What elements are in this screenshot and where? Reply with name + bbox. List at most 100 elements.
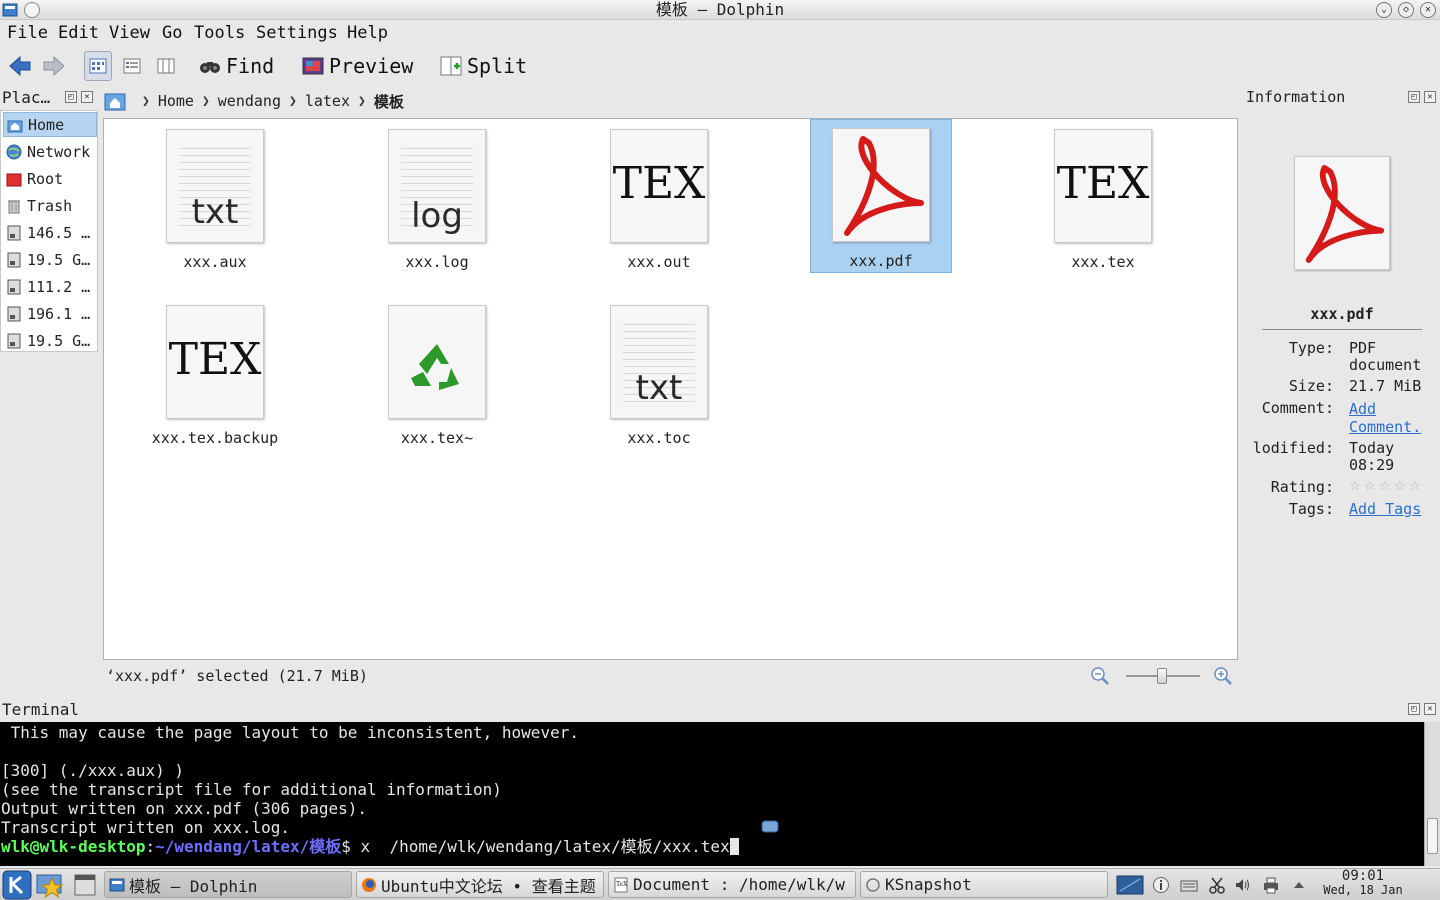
star-icon[interactable]: ☆ xyxy=(1349,480,1362,493)
info-value: 21.7 MiB xyxy=(1349,377,1422,395)
place-home[interactable]: Home xyxy=(3,112,97,137)
place-trash[interactable]: Trash xyxy=(3,193,97,218)
zoom-in-icon[interactable] xyxy=(1213,666,1233,686)
add-tags-link[interactable]: Add Tags xyxy=(1349,501,1431,518)
chevron-up-icon[interactable] xyxy=(1290,876,1308,894)
place-label: 146.5 … xyxy=(27,223,91,242)
menu-go[interactable]: Go xyxy=(162,23,182,43)
back-arrow-icon[interactable] xyxy=(8,55,32,77)
places-panel: Home Network Root Trash 146.5 … 19.5 G… … xyxy=(0,110,98,352)
task-document[interactable]: TeX Document : /home/wlk/w xyxy=(608,871,856,898)
rating-stars[interactable]: ☆ ☆ ☆ ☆ ☆ xyxy=(1349,480,1424,493)
pager-desktop-icon[interactable] xyxy=(1116,875,1144,895)
menu-edit[interactable]: Edit xyxy=(58,23,99,43)
crumb-current[interactable]: 模板 xyxy=(374,91,404,112)
menu-view[interactable]: View xyxy=(109,23,150,43)
place-drive-2[interactable]: 19.5 G… xyxy=(3,247,97,272)
panel-float-button[interactable]: ◰ xyxy=(65,91,77,103)
details-view-button[interactable] xyxy=(118,51,146,81)
columns-view-button[interactable] xyxy=(152,51,180,81)
chevron-right-icon: ❯ xyxy=(142,93,150,109)
star-icon[interactable]: ☆ xyxy=(1394,480,1407,493)
panel-close-button[interactable]: ✕ xyxy=(81,91,93,103)
volume-icon[interactable] xyxy=(1234,876,1252,894)
maximize-button[interactable]: ◇ xyxy=(1398,2,1414,18)
find-button[interactable]: Find xyxy=(199,51,274,81)
kde-menu-icon[interactable] xyxy=(2,870,32,900)
terminal-line: This may cause the page layout to be inc… xyxy=(1,723,579,742)
text-file-icon: txt xyxy=(166,129,264,243)
task-label: Ubuntu中文论坛 • 查看主题 xyxy=(381,876,596,896)
menu-file[interactable]: File xyxy=(7,23,48,43)
task-dolphin[interactable]: 模板 – Dolphin xyxy=(104,871,352,898)
terminal-prompt-line: wlk@wlk-desktop:~/wendang/latex/模板$ x /h… xyxy=(1,837,739,856)
hard-drive-icon xyxy=(7,279,21,294)
place-root[interactable]: Root xyxy=(3,166,97,191)
acrobat-logo-icon xyxy=(844,136,924,236)
place-drive-1[interactable]: 146.5 … xyxy=(3,220,97,245)
place-drive-3[interactable]: 111.2 … xyxy=(3,274,97,299)
info-icon[interactable] xyxy=(1152,876,1170,894)
minimize-button[interactable]: ⌄ xyxy=(1376,2,1392,18)
info-key: lodified: xyxy=(1252,439,1334,457)
menu-settings[interactable]: Settings xyxy=(256,23,338,43)
prompt-user: wlk@wlk-desktop xyxy=(1,837,146,856)
home-icon[interactable] xyxy=(104,91,126,111)
scrollbar-thumb[interactable] xyxy=(1427,818,1438,854)
file-view[interactable]: txt xxx.aux log xxx.log TEX xxx.out xxx.… xyxy=(103,118,1238,660)
star-icon[interactable]: ☆ xyxy=(1364,480,1377,493)
star-icon[interactable]: ☆ xyxy=(1409,480,1422,493)
terminal-scrollbar[interactable] xyxy=(1424,722,1440,866)
chevron-right-icon: ❯ xyxy=(201,93,210,109)
file-item[interactable]: TEX xxx.tex xyxy=(1032,121,1174,275)
file-name: xxx.tex xyxy=(1071,253,1135,271)
split-button[interactable]: Split xyxy=(440,51,527,81)
place-network[interactable]: Network xyxy=(3,139,97,164)
zoom-out-icon[interactable] xyxy=(1090,666,1110,686)
zoom-slider-handle[interactable] xyxy=(1157,668,1167,684)
printer-icon[interactable] xyxy=(1262,876,1280,894)
file-item[interactable]: TEX xxx.tex.backup xyxy=(144,297,286,451)
place-label: Root xyxy=(27,169,64,188)
icons-view-button[interactable] xyxy=(84,51,112,81)
add-comment-link[interactable]: Add Comment. xyxy=(1349,400,1431,436)
place-label: 111.2 … xyxy=(27,277,91,296)
forward-arrow-icon[interactable] xyxy=(42,55,66,77)
information-title: Information xyxy=(1246,88,1346,106)
tex-file-icon: TEX xyxy=(166,305,264,419)
file-item[interactable]: xxx.tex~ xyxy=(366,297,508,451)
terminal-panel-header: Terminal ◰ ✕ xyxy=(0,698,1440,722)
crumb-home[interactable]: Home xyxy=(158,92,194,110)
panel-close-button[interactable]: ✕ xyxy=(1424,91,1436,103)
file-name: xxx.pdf xyxy=(849,252,913,270)
scissors-icon[interactable] xyxy=(1208,876,1226,894)
hard-drive-icon xyxy=(7,225,21,240)
panel-close-button[interactable]: ✕ xyxy=(1424,703,1436,715)
place-drive-4[interactable]: 196.1 … xyxy=(3,301,97,326)
menu-tools[interactable]: Tools xyxy=(194,23,245,43)
tex-file-icon: TEX xyxy=(1054,129,1152,243)
terminal[interactable]: This may cause the page layout to be inc… xyxy=(0,722,1424,866)
file-item[interactable]: TEX xxx.out xyxy=(588,121,730,275)
file-item[interactable]: txt xxx.toc xyxy=(588,297,730,451)
show-desktop-icon[interactable] xyxy=(74,872,96,898)
close-button[interactable]: ✕ xyxy=(1420,2,1436,18)
crumb-wendang[interactable]: wendang xyxy=(218,92,281,110)
file-item-selected[interactable]: xxx.pdf xyxy=(810,119,952,273)
crumb-latex[interactable]: latex xyxy=(305,92,350,110)
panel-float-button[interactable]: ◰ xyxy=(1408,91,1420,103)
file-item[interactable]: log xxx.log xyxy=(366,121,508,275)
menu-help[interactable]: Help xyxy=(347,23,388,43)
place-label: Trash xyxy=(27,196,73,215)
clock[interactable]: 09:01 Wed, 18 Jan xyxy=(1316,869,1410,897)
star-icon[interactable]: ☆ xyxy=(1379,480,1392,493)
keyboard-icon[interactable] xyxy=(1180,876,1198,894)
task-firefox[interactable]: Ubuntu中文论坛 • 查看主题 xyxy=(356,871,604,898)
task-ksnapshot[interactable]: KSnapshot xyxy=(860,871,1108,898)
place-drive-5[interactable]: 19.5 G… xyxy=(3,328,97,353)
file-item[interactable]: txt xxx.aux xyxy=(144,121,286,275)
status-text: ‘xxx.pdf’ selected (21.7 MiB) xyxy=(106,667,368,685)
preview-button[interactable]: Preview xyxy=(302,51,413,81)
panel-float-button[interactable]: ◰ xyxy=(1408,703,1420,715)
favorites-star-icon[interactable] xyxy=(36,872,66,899)
